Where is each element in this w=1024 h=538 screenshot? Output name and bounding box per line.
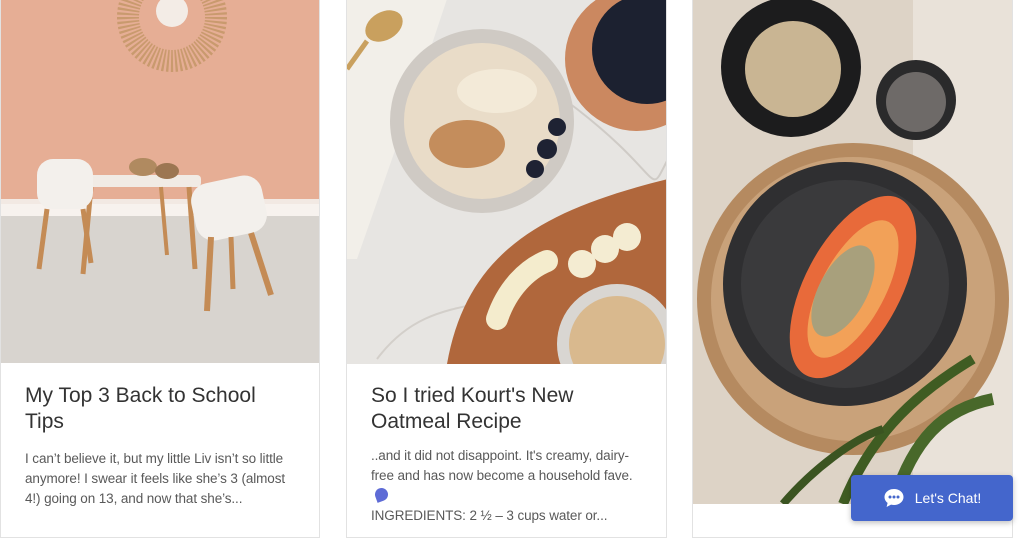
- post-excerpt-ingredients: INGREDIENTS: 2 ½ – 3 cups water or...: [371, 508, 608, 523]
- post-excerpt: I can’t believe it, but my little Liv is…: [25, 451, 286, 506]
- post-excerpt-text: ..and it did not disappoint. It's creamy…: [371, 448, 633, 483]
- post-cover-image[interactable]: [693, 0, 1012, 504]
- post-excerpt: ..and it did not disappoint. It's creamy…: [371, 446, 642, 526]
- chat-label: Let's Chat!: [914, 490, 982, 506]
- blog-post-card[interactable]: So I tried Kourt's New Oatmeal Recipe ..…: [346, 0, 667, 538]
- post-title[interactable]: So I tried Kourt's New Oatmeal Recipe: [371, 383, 642, 435]
- post-cover-image[interactable]: [1, 0, 319, 363]
- blue-heart-emoji-icon: [373, 486, 390, 503]
- blog-post-card[interactable]: My Top 3 Back to School Tips I can’t bel…: [0, 0, 320, 538]
- post-title[interactable]: My Top 3 Back to School Tips: [25, 383, 295, 435]
- post-cover-image[interactable]: [347, 0, 666, 364]
- chat-bubble-icon: [883, 487, 905, 509]
- blog-post-card[interactable]: [692, 0, 1013, 538]
- lets-chat-button[interactable]: Let's Chat!: [851, 475, 1013, 521]
